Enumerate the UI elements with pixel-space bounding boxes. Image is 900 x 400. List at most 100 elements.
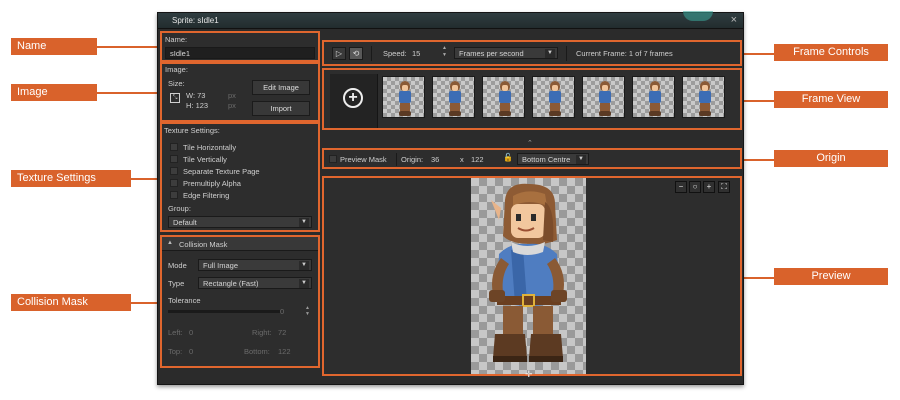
callout-frame-view: Frame View bbox=[774, 91, 888, 108]
callout-frame-view-line bbox=[744, 100, 774, 102]
frame-view-strip: + bbox=[322, 68, 742, 130]
chevron-down-icon: ▼ bbox=[576, 155, 586, 164]
height-unit: px bbox=[228, 101, 236, 110]
toolbar-divider bbox=[566, 46, 567, 61]
zoom-out-icon[interactable]: − bbox=[675, 181, 687, 193]
edge-filtering-checkbox[interactable] bbox=[170, 191, 178, 199]
frame-thumbnail[interactable] bbox=[682, 76, 725, 118]
frame-controls-bar: ▷ ⟲ Speed: 15 ▲ ▼ Frames per second ▼ Cur… bbox=[322, 40, 742, 66]
mode-label: Mode bbox=[168, 261, 187, 270]
frame-thumbnail[interactable] bbox=[482, 76, 525, 118]
type-dropdown[interactable]: Rectangle (Fast) ▼ bbox=[198, 277, 312, 289]
frame-sprite bbox=[497, 81, 513, 117]
separate-texture-page-checkbox[interactable] bbox=[170, 167, 178, 175]
edge-filtering-label: Edge Filtering bbox=[183, 191, 230, 200]
callout-frame-controls-line bbox=[744, 53, 774, 55]
zoom-in-icon[interactable]: + bbox=[703, 181, 715, 193]
chevron-down-icon: ▼ bbox=[299, 279, 309, 288]
callout-image: Image bbox=[11, 84, 97, 101]
callout-origin: Origin bbox=[774, 150, 888, 167]
callout-texture-line bbox=[131, 178, 157, 180]
splitter-handle-icon[interactable]: ⌃ bbox=[527, 139, 533, 147]
top-value[interactable]: 0 bbox=[189, 347, 193, 356]
frame-thumbnail[interactable] bbox=[432, 76, 475, 118]
frame-thumbnail[interactable] bbox=[582, 76, 625, 118]
bottom-value[interactable]: 122 bbox=[278, 347, 291, 356]
right-value[interactable]: 72 bbox=[278, 328, 286, 337]
origin-label: Origin: bbox=[401, 155, 424, 164]
current-frame-label: Current Frame: 1 of 7 frames bbox=[576, 49, 673, 58]
frame-sprite bbox=[597, 81, 613, 117]
speed-unit-dropdown[interactable]: Frames per second ▼ bbox=[454, 47, 558, 59]
lock-icon[interactable]: 🔓 bbox=[503, 153, 513, 162]
preview-mask-checkbox[interactable] bbox=[329, 155, 337, 163]
import-button[interactable]: Import bbox=[252, 101, 310, 116]
callout-preview: Preview bbox=[774, 268, 888, 285]
group-dropdown[interactable]: Default ▼ bbox=[168, 216, 312, 228]
add-frame-icon[interactable]: + bbox=[343, 88, 363, 108]
toolbar-divider bbox=[396, 153, 397, 166]
separate-texture-page-label: Separate Texture Page bbox=[183, 167, 260, 176]
premultiply-alpha-checkbox[interactable] bbox=[170, 179, 178, 187]
image-panel: Image: Size: ⤡ W: 73 H: 123 px px Edit I… bbox=[160, 62, 320, 122]
speed-stepper-icon[interactable]: ▲ ▼ bbox=[442, 45, 447, 59]
tolerance-value[interactable]: 0 bbox=[280, 307, 284, 316]
callout-frame-controls: Frame Controls bbox=[774, 44, 888, 61]
frame-thumbnail[interactable] bbox=[632, 76, 675, 118]
name-label: Name: bbox=[165, 35, 188, 44]
frame-sprite bbox=[547, 81, 563, 117]
mode-dropdown[interactable]: Full Image ▼ bbox=[198, 259, 312, 271]
preview-mask-label: Preview Mask bbox=[340, 155, 387, 164]
callout-texture-settings: Texture Settings bbox=[11, 170, 131, 187]
tile-horizontally-checkbox[interactable] bbox=[170, 143, 178, 151]
zoom-reset-icon[interactable]: ○ bbox=[689, 181, 701, 193]
window-titlebar[interactable]: Sprite: sIdle1 × bbox=[158, 11, 743, 29]
top-label: Top: bbox=[168, 347, 183, 356]
callout-image-line bbox=[97, 92, 157, 94]
callout-preview-line bbox=[744, 277, 774, 279]
fit-view-icon[interactable]: ⛶ bbox=[718, 181, 730, 193]
texture-settings-panel: Texture Settings: Tile Horizontally Tile… bbox=[160, 122, 320, 232]
width-value: W: 73 bbox=[186, 91, 206, 100]
chevron-down-icon: ▼ bbox=[545, 49, 555, 58]
speed-value[interactable]: 15 bbox=[412, 49, 420, 58]
size-label: Size: bbox=[168, 79, 185, 88]
close-icon[interactable]: × bbox=[731, 14, 737, 26]
frame-sprite bbox=[647, 81, 663, 117]
origin-x-value[interactable]: 36 bbox=[431, 155, 439, 164]
add-frame-area[interactable]: + bbox=[330, 74, 378, 128]
mode-value: Full Image bbox=[203, 261, 239, 270]
collapse-triangle-icon: ▲ bbox=[167, 240, 173, 246]
name-field[interactable]: sIdle1 bbox=[165, 47, 315, 59]
origin-marker-icon[interactable]: ✛ bbox=[525, 369, 533, 380]
resize-icon[interactable]: ⤡ bbox=[170, 93, 180, 103]
name-panel: Name: sIdle1 bbox=[160, 31, 320, 62]
type-value: Rectangle (Fast) bbox=[203, 279, 259, 288]
chevron-down-icon: ▼ bbox=[299, 261, 309, 270]
collision-header[interactable]: ▲ Collision Mask bbox=[162, 237, 318, 251]
edit-image-button[interactable]: Edit Image bbox=[252, 80, 310, 95]
loop-icon[interactable]: ⟲ bbox=[349, 47, 363, 60]
origin-preset-value: Bottom Centre bbox=[522, 155, 571, 164]
frame-sprite bbox=[397, 81, 413, 117]
origin-bar: Preview Mask Origin: 36 x 122 🔓 Bottom C… bbox=[322, 148, 742, 169]
toolbar-divider bbox=[371, 46, 372, 61]
tile-horizontally-label: Tile Horizontally bbox=[183, 143, 237, 152]
height-value: H: 123 bbox=[186, 101, 209, 110]
left-value[interactable]: 0 bbox=[189, 328, 193, 337]
tile-vertically-label: Tile Vertically bbox=[183, 155, 227, 164]
frame-sprite bbox=[697, 81, 713, 117]
frame-thumbnail[interactable] bbox=[532, 76, 575, 118]
tolerance-stepper-icon[interactable]: ▲ ▼ bbox=[305, 305, 310, 317]
origin-preset-dropdown[interactable]: Bottom Centre ▼ bbox=[517, 153, 589, 165]
callout-name-line bbox=[97, 46, 157, 48]
origin-y-value[interactable]: 122 bbox=[471, 155, 484, 164]
collision-mask-panel: ▲ Collision Mask Mode Full Image ▼ Type … bbox=[160, 235, 320, 368]
group-label: Group: bbox=[168, 204, 191, 213]
tolerance-slider[interactable] bbox=[168, 310, 280, 313]
sprite-canvas[interactable] bbox=[471, 178, 586, 374]
play-icon[interactable]: ▷ bbox=[332, 47, 346, 60]
chevron-down-icon: ▼ bbox=[299, 218, 309, 227]
tile-vertically-checkbox[interactable] bbox=[170, 155, 178, 163]
frame-thumbnail[interactable] bbox=[382, 76, 425, 118]
